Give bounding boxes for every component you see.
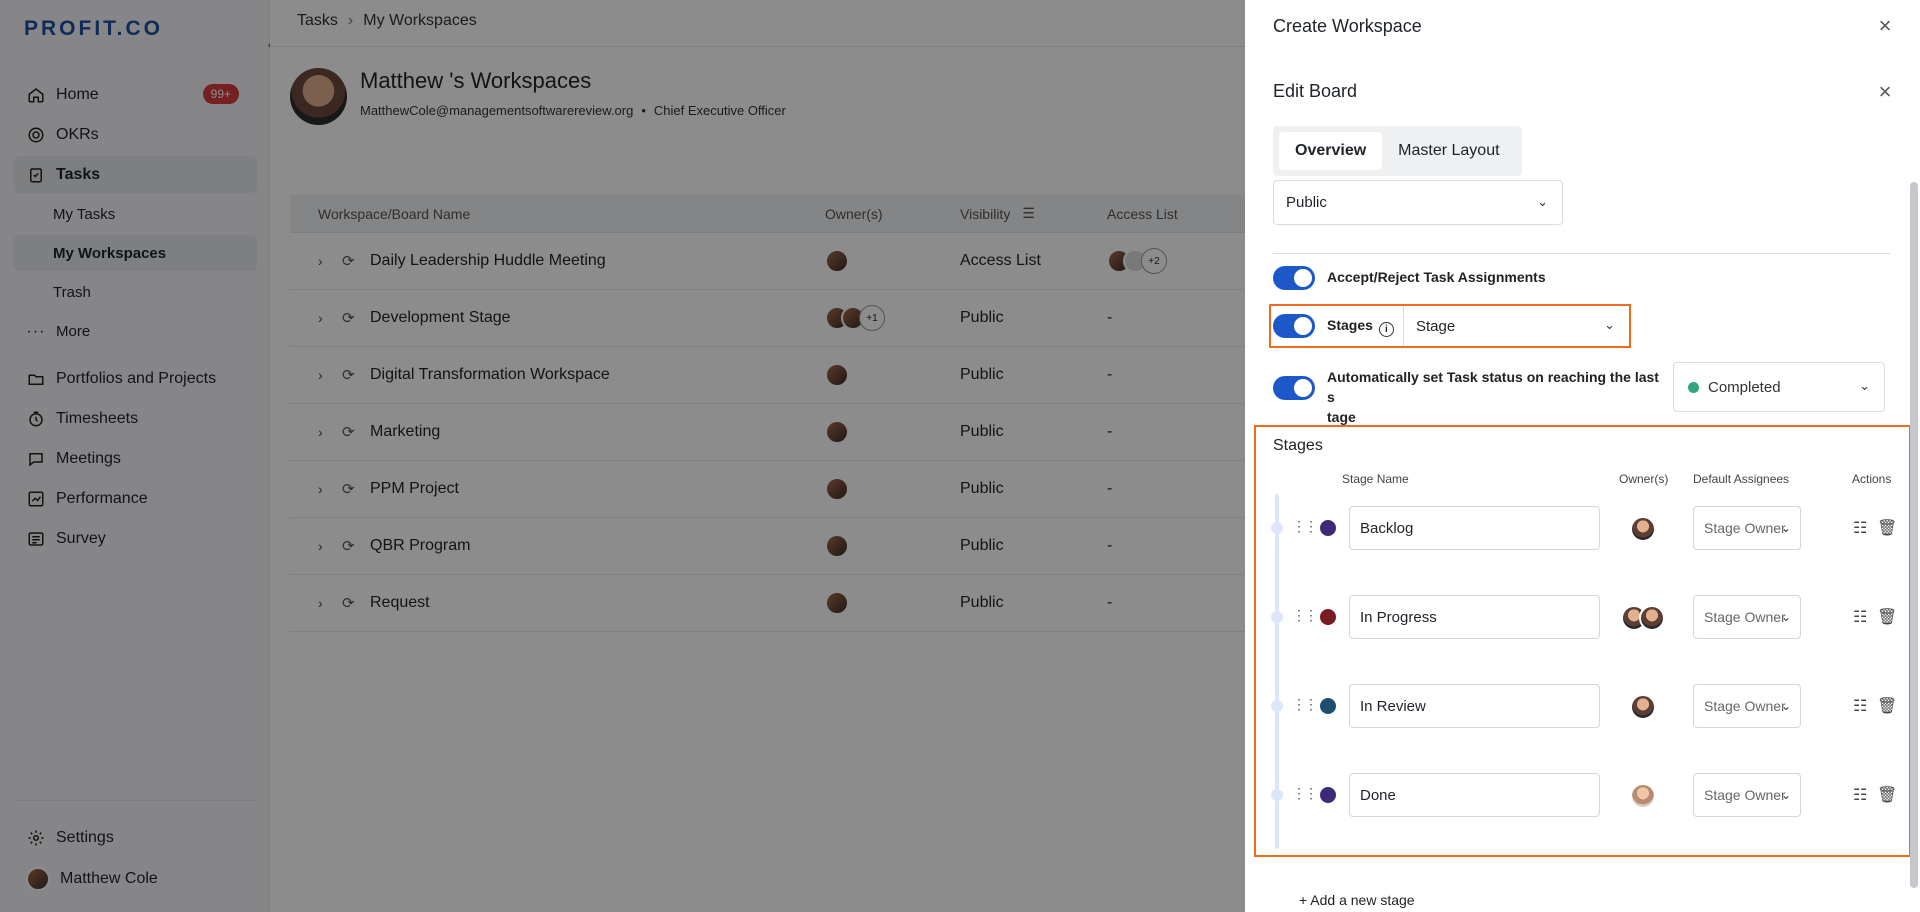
checklist-icon[interactable]: ☷ bbox=[1853, 607, 1867, 627]
stages-section-title: Stages bbox=[1273, 437, 1323, 454]
assignee-value: Stage Owner bbox=[1704, 520, 1786, 536]
auto-status-label: Automatically set Task status on reachin… bbox=[1327, 367, 1667, 427]
column-header-owners: Owner(s) bbox=[1619, 472, 1669, 486]
drag-handle-icon[interactable]: ⋮⋮ bbox=[1292, 785, 1318, 802]
panel-title: Create Workspace bbox=[1273, 16, 1422, 36]
create-workspace-panel: Create Workspace × Edit Board × Overview… bbox=[1245, 0, 1920, 912]
auto-status-toggle[interactable] bbox=[1273, 376, 1315, 400]
assignee-value: Stage Owner bbox=[1704, 698, 1786, 714]
chevron-down-icon: ⌄ bbox=[1780, 788, 1791, 802]
visibility-select-value: Public bbox=[1286, 194, 1327, 211]
avatar bbox=[1630, 516, 1656, 542]
avatar bbox=[1630, 694, 1656, 720]
drag-handle-icon[interactable]: ⋮⋮ bbox=[1292, 518, 1318, 535]
accept-reject-toggle[interactable] bbox=[1273, 266, 1315, 290]
auto-status-select[interactable]: Completed ⌄ bbox=[1673, 362, 1885, 412]
divider bbox=[1273, 253, 1890, 254]
auto-status-value: Completed bbox=[1708, 378, 1781, 396]
chevron-down-icon: ⌄ bbox=[1537, 193, 1548, 209]
trash-icon[interactable]: 🗑 bbox=[1877, 518, 1897, 538]
panel-scrollbar[interactable] bbox=[1910, 182, 1918, 888]
assignee-value: Stage Owner bbox=[1704, 787, 1786, 803]
accept-reject-label: Accept/Reject Task Assignments bbox=[1327, 269, 1546, 285]
info-icon[interactable]: i bbox=[1378, 322, 1394, 337]
stages-select[interactable]: Stage ⌄ bbox=[1403, 306, 1629, 346]
default-assignee-select[interactable]: Stage Owner ⌄ bbox=[1693, 773, 1801, 817]
stage-color-dot[interactable] bbox=[1320, 520, 1336, 536]
stage-row: ⋮⋮ In Progress Stage Owner ⌄ ☷ 🗑 bbox=[1245, 595, 1920, 639]
auto-status-label-line2: tage bbox=[1327, 409, 1356, 425]
stages-toggle[interactable] bbox=[1273, 314, 1315, 338]
stage-color-dot[interactable] bbox=[1320, 787, 1336, 803]
stage-color-dot[interactable] bbox=[1320, 609, 1336, 625]
stage-row: ⋮⋮ Backlog Stage Owner ⌄ ☷ 🗑 bbox=[1245, 506, 1920, 550]
trash-icon[interactable]: 🗑 bbox=[1877, 785, 1897, 805]
drag-handle-icon[interactable]: ⋮⋮ bbox=[1292, 607, 1318, 624]
chevron-down-icon: ⌄ bbox=[1780, 610, 1791, 624]
chevron-down-icon: ⌄ bbox=[1780, 699, 1791, 713]
auto-status-label-line1: Automatically set Task status on reachin… bbox=[1327, 369, 1659, 405]
column-header-stage-name: Stage Name bbox=[1342, 472, 1409, 486]
stages-select-value: Stage bbox=[1416, 317, 1456, 335]
default-assignee-select[interactable]: Stage Owner ⌄ bbox=[1693, 506, 1801, 550]
trash-icon[interactable]: 🗑 bbox=[1877, 607, 1897, 627]
default-assignee-select[interactable]: Stage Owner ⌄ bbox=[1693, 595, 1801, 639]
checklist-icon[interactable]: ☷ bbox=[1853, 518, 1867, 538]
checklist-icon[interactable]: ☷ bbox=[1853, 785, 1867, 805]
checklist-icon[interactable]: ☷ bbox=[1853, 696, 1867, 716]
close-icon[interactable]: × bbox=[1875, 81, 1895, 103]
column-header-actions: Actions bbox=[1852, 472, 1892, 486]
modal-backdrop[interactable] bbox=[0, 0, 1245, 912]
chevron-down-icon: ⌄ bbox=[1604, 317, 1615, 333]
stage-name-input[interactable]: In Progress bbox=[1349, 595, 1600, 639]
trash-icon[interactable]: 🗑 bbox=[1877, 696, 1897, 716]
stage-color-dot[interactable] bbox=[1320, 698, 1336, 714]
stage-name-input[interactable]: Done bbox=[1349, 773, 1600, 817]
chevron-down-icon: ⌄ bbox=[1780, 521, 1791, 535]
stage-name-input[interactable]: In Review bbox=[1349, 684, 1600, 728]
tab-overview[interactable]: Overview bbox=[1279, 132, 1383, 170]
close-icon[interactable]: × bbox=[1875, 15, 1895, 37]
assignee-value: Stage Owner bbox=[1704, 609, 1786, 625]
status-dot bbox=[1688, 382, 1699, 393]
stage-row: ⋮⋮ In Review Stage Owner ⌄ ☷ 🗑 bbox=[1245, 684, 1920, 728]
tab-bar: Overview Master Layout bbox=[1273, 126, 1522, 176]
column-header-default-assignees: Default Assignees bbox=[1693, 472, 1790, 486]
stages-label-text: Stages bbox=[1327, 317, 1373, 333]
stage-name-input[interactable]: Backlog bbox=[1349, 506, 1600, 550]
avatar bbox=[1639, 605, 1665, 631]
stage-row: ⋮⋮ Done Stage Owner ⌄ ☷ 🗑 bbox=[1245, 773, 1920, 817]
avatar bbox=[1630, 783, 1656, 809]
default-assignee-select[interactable]: Stage Owner ⌄ bbox=[1693, 684, 1801, 728]
tab-master-layout[interactable]: Master Layout bbox=[1382, 132, 1515, 170]
chevron-down-icon: ⌄ bbox=[1859, 378, 1870, 394]
edit-board-title: Edit Board bbox=[1273, 81, 1358, 101]
drag-handle-icon[interactable]: ⋮⋮ bbox=[1292, 696, 1318, 713]
add-stage-link[interactable]: + Add a new stage bbox=[1299, 892, 1415, 908]
visibility-select[interactable]: Public ⌄ bbox=[1273, 180, 1563, 225]
stages-label: Stages i bbox=[1327, 317, 1394, 337]
